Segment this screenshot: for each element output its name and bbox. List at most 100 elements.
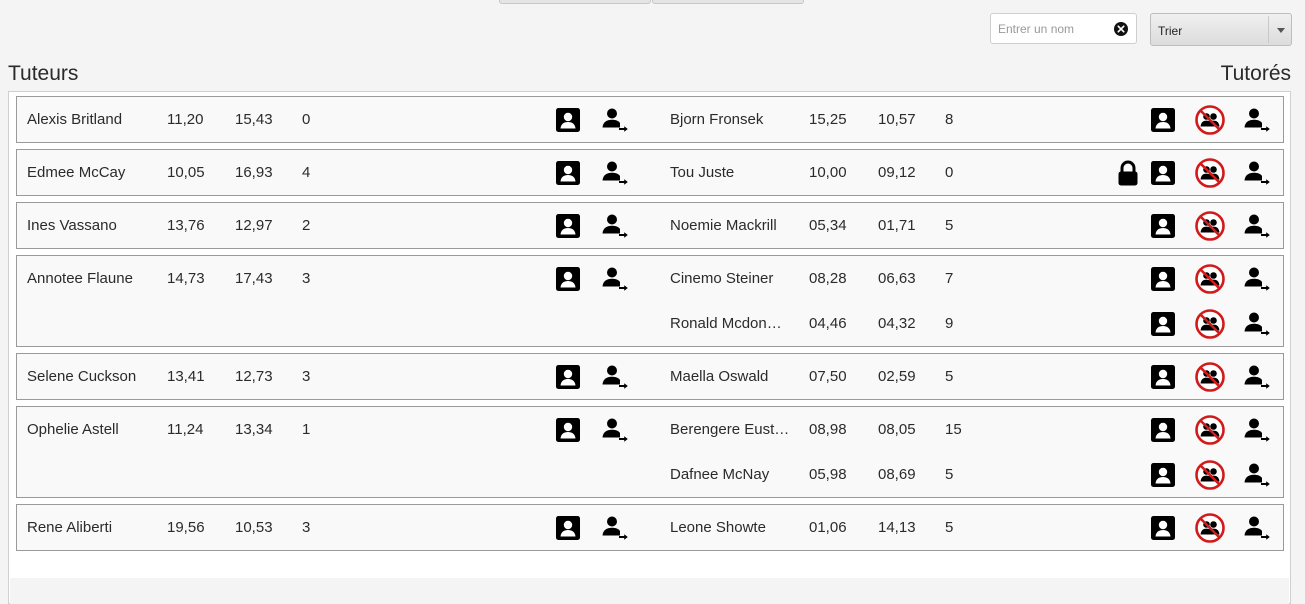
tutee-name: Dafnee McNay: [670, 466, 770, 483]
contact-card-icon[interactable]: [1149, 212, 1177, 240]
search-input[interactable]: [991, 14, 1116, 43]
sort-selected-value: Trier: [1158, 24, 1183, 38]
tutee-value-2: 09,12: [878, 164, 916, 181]
tutor-name: Ophelie Astell: [27, 421, 119, 438]
no-pair-icon[interactable]: [1194, 157, 1226, 189]
tutee-value-2: 06,63: [878, 270, 916, 287]
person-arrow-icon[interactable]: [1243, 514, 1271, 542]
person-arrow-icon[interactable]: [601, 514, 629, 542]
tutee-value-3: 0: [945, 164, 954, 181]
contact-card-icon[interactable]: [554, 159, 582, 187]
person-arrow-icon[interactable]: [601, 265, 629, 293]
person-arrow-icon[interactable]: [1243, 212, 1271, 240]
tutor-name: Annotee Flaune: [27, 270, 133, 287]
tutees-header: Tutorés: [1220, 62, 1291, 85]
tutor-value-2: 13,34: [235, 421, 273, 438]
pair-card: Annotee Flaune 14,73 17,43 3 Cinemo Steiner 0…: [16, 255, 1284, 347]
pairs-list[interactable]: Alexis Britland 11,20 15,43 0 Bjorn Fronsek 1…: [8, 91, 1291, 604]
no-pair-icon[interactable]: [1194, 414, 1226, 446]
contact-card-icon[interactable]: [554, 416, 582, 444]
tutee-value-1: 01,06: [809, 519, 847, 536]
tutee-value-3: 5: [945, 466, 954, 483]
clear-icon[interactable]: [1114, 22, 1128, 36]
tutor-name: Selene Cuckson: [27, 368, 137, 385]
tutee-name: Maella Oswald: [670, 368, 769, 385]
tutors-header: Tuteurs: [8, 62, 79, 85]
tutee-value-1: 04,46: [809, 315, 847, 332]
no-pair-icon[interactable]: [1194, 210, 1226, 242]
tutee-row: Ronald Mcdon… 04,46 04,32 9: [17, 301, 1283, 346]
contact-card-icon[interactable]: [554, 265, 582, 293]
person-arrow-icon[interactable]: [1243, 159, 1271, 187]
tutee-value-1: 05,98: [809, 466, 847, 483]
contact-card-icon[interactable]: [1149, 106, 1177, 134]
tutor-value-3: 4: [302, 164, 311, 181]
person-arrow-icon[interactable]: [601, 363, 629, 391]
tutee-value-2: 10,57: [878, 111, 916, 128]
lock-icon[interactable]: [1114, 159, 1142, 187]
contact-card-icon[interactable]: [554, 106, 582, 134]
tutee-value-2: 01,71: [878, 217, 916, 234]
chevron-down-icon[interactable]: [1277, 28, 1285, 33]
contact-card-icon[interactable]: [1149, 416, 1177, 444]
list-bottom-strip: [10, 578, 1289, 604]
top-tab-left[interactable]: [499, 0, 651, 4]
tutor-value-1: 13,76: [167, 217, 205, 234]
person-arrow-icon[interactable]: [601, 212, 629, 240]
no-pair-icon[interactable]: [1194, 308, 1226, 340]
person-arrow-icon[interactable]: [1243, 106, 1271, 134]
contact-card-icon[interactable]: [1149, 265, 1177, 293]
no-pair-icon[interactable]: [1194, 361, 1226, 393]
tutee-value-2: 14,13: [878, 519, 916, 536]
pair-row: Selene Cuckson 13,41 12,73 3 Maella Oswald 07…: [17, 354, 1283, 399]
tutor-name: Alexis Britland: [27, 111, 123, 128]
no-pair-icon[interactable]: [1194, 459, 1226, 491]
tutor-value-1: 19,56: [167, 519, 205, 536]
tutee-value-2: 08,05: [878, 421, 916, 438]
tutee-name: Ronald Mcdon…: [670, 315, 782, 332]
tutee-name: Bjorn Fronsek: [670, 111, 764, 128]
person-arrow-icon[interactable]: [1243, 310, 1271, 338]
pair-card: Edmee McCay 10,05 16,93 4 Tou Juste 10,00 09,1…: [16, 149, 1284, 196]
contact-card-icon[interactable]: [554, 363, 582, 391]
pair-card: Alexis Britland 11,20 15,43 0 Bjorn Fronsek 1…: [16, 96, 1284, 143]
person-arrow-icon[interactable]: [1243, 461, 1271, 489]
tutee-value-3: 15: [945, 421, 962, 438]
person-arrow-icon[interactable]: [601, 159, 629, 187]
person-arrow-icon[interactable]: [1243, 416, 1271, 444]
tutee-name: Cinemo Steiner: [670, 270, 774, 287]
pair-row: Ophelie Astell 11,24 13,34 1 Berengere Eust……: [17, 407, 1283, 452]
tutor-name: Edmee McCay: [27, 164, 126, 181]
pair-card: Rene Aliberti 19,56 10,53 3 Leone Showte 01,0…: [16, 504, 1284, 551]
contact-card-icon[interactable]: [554, 514, 582, 542]
tutee-value-3: 5: [945, 519, 954, 536]
tutee-value-1: 08,28: [809, 270, 847, 287]
tutor-value-2: 15,43: [235, 111, 273, 128]
tutor-value-3: 0: [302, 111, 311, 128]
tutee-value-1: 05,34: [809, 217, 847, 234]
contact-card-icon[interactable]: [1149, 363, 1177, 391]
pair-row: Ines Vassano 13,76 12,97 2 Noemie Mackrill 05…: [17, 203, 1283, 248]
person-arrow-icon[interactable]: [1243, 363, 1271, 391]
contact-card-icon[interactable]: [1149, 310, 1177, 338]
tutee-value-3: 5: [945, 217, 954, 234]
no-pair-icon[interactable]: [1194, 512, 1226, 544]
contact-card-icon[interactable]: [1149, 461, 1177, 489]
person-arrow-icon[interactable]: [601, 106, 629, 134]
no-pair-icon[interactable]: [1194, 104, 1226, 136]
contact-card-icon[interactable]: [1149, 159, 1177, 187]
tutee-name: Leone Showte: [670, 519, 766, 536]
tutor-value-1: 10,05: [167, 164, 205, 181]
tutee-name: Berengere Eust…: [670, 421, 790, 438]
no-pair-icon[interactable]: [1194, 263, 1226, 295]
person-arrow-icon[interactable]: [1243, 265, 1271, 293]
tutor-value-2: 12,97: [235, 217, 273, 234]
tutee-value-2: 02,59: [878, 368, 916, 385]
person-arrow-icon[interactable]: [601, 416, 629, 444]
sort-dropdown[interactable]: Trier: [1150, 13, 1292, 46]
contact-card-icon[interactable]: [554, 212, 582, 240]
top-tab-right[interactable]: [652, 0, 804, 4]
contact-card-icon[interactable]: [1149, 514, 1177, 542]
tutor-name: Rene Aliberti: [27, 519, 113, 536]
tutor-value-3: 3: [302, 270, 311, 287]
